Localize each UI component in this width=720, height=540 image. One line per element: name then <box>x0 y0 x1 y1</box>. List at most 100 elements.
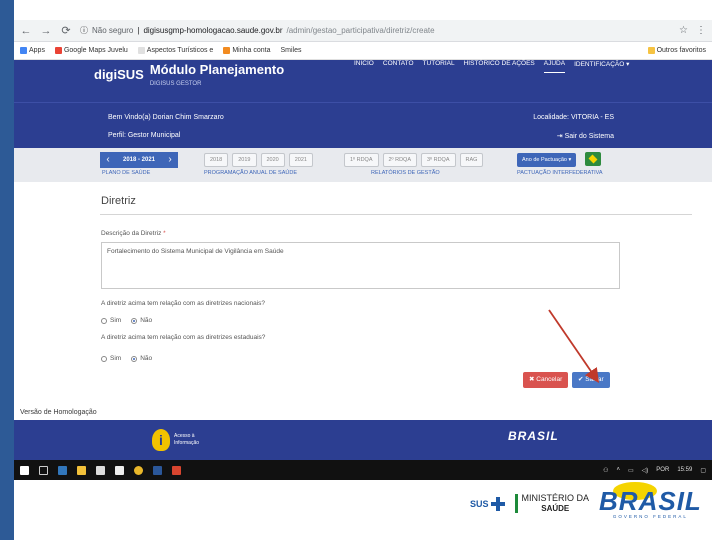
pactuacao-label[interactable]: PACTUAÇÃO INTERFEDERATIVA <box>517 170 603 176</box>
smiles-icon <box>223 47 231 54</box>
logout-icon: ⇥ <box>556 133 565 140</box>
notification-icon[interactable]: ▢ <box>700 467 706 474</box>
nav-tutorial[interactable]: TUTORIAL <box>423 60 455 73</box>
radio-dot <box>101 355 107 362</box>
bookmark-minha-conta[interactable]: Minha conta <box>223 47 270 54</box>
bookmark-smiles[interactable]: Smiles <box>280 47 301 54</box>
profile-text: Perfil: Gestor Municipal <box>108 132 181 139</box>
reload-icon[interactable]: ⟳ <box>60 24 72 37</box>
app-header: digiSUS Módulo Planejamento DIGISUS GEST… <box>14 60 712 102</box>
edge-icon[interactable] <box>58 465 67 475</box>
homologacao-label: Versão de Homologação <box>20 409 97 416</box>
url-path: /admin/gestao_participativa/diretriz/cre… <box>286 26 435 35</box>
url-host: digisusgmp-homologacao.saude.gov.br <box>143 26 283 35</box>
windows-taskbar: ⚇ ˄ ▭ ◁) POR 15:59 ▢ <box>14 460 712 480</box>
save-button[interactable]: ✔ Salvar <box>572 372 610 388</box>
radio-national-yes[interactable]: Sim <box>101 317 121 324</box>
locality-text: Localidade: VITORIA - ES <box>533 114 614 121</box>
report-pill-2rdqa[interactable]: 2º RDQA <box>382 153 417 167</box>
task-view-icon[interactable] <box>39 465 48 475</box>
tray-chevron-icon[interactable]: ˄ <box>616 467 620 473</box>
ministerio-saude-logo: MINISTÉRIO DA SAÚDE <box>514 493 589 514</box>
tray-clock[interactable]: 15:59 <box>677 467 692 473</box>
welcome-text: Bem Vindo(a) Dorian Chim Smarzaro <box>108 114 224 121</box>
relatorios-label[interactable]: RELATÓRIOS DE GESTÃO <box>371 170 440 176</box>
required-mark: * <box>163 230 166 237</box>
apps-grid-icon <box>20 47 27 54</box>
sus-logo: SUS <box>470 496 505 511</box>
year-pill-2018[interactable]: 2018 <box>204 153 229 167</box>
nav-identificacao[interactable]: IDENTIFICAÇÃO ▾ <box>574 60 629 73</box>
radio-group-national: Sim Não <box>101 317 152 324</box>
back-icon[interactable]: ← <box>20 25 32 37</box>
ano-pactuacao-dropdown[interactable]: Ano de Pactuação ▾ <box>517 153 577 167</box>
brazil-flag-icon[interactable] <box>585 152 601 166</box>
report-pill-1rdqa[interactable]: 1º RDQA <box>344 153 379 167</box>
year-next-button[interactable]: › <box>162 152 178 168</box>
windows-start-icon[interactable] <box>20 465 29 475</box>
mail-icon[interactable] <box>115 465 124 475</box>
question-national: A diretriz acima tem relação com as dire… <box>101 300 266 307</box>
year-prev-button[interactable]: ‹ <box>100 152 116 168</box>
digisus-logo[interactable]: digiSUS Módulo Planejamento DIGISUS GEST… <box>94 62 284 87</box>
description-textarea[interactable]: Fortalecimento do Sistema Municipal de V… <box>101 242 620 289</box>
bookmark-aspectos[interactable]: Aspectos Turísticos e <box>137 47 213 54</box>
year-pills: 2018 2019 2020 2021 <box>204 153 313 167</box>
report-pill-rag[interactable]: RAG <box>459 153 484 167</box>
radio-state-no[interactable]: Não <box>131 355 152 362</box>
chrome-icon[interactable] <box>134 465 143 475</box>
file-explorer-icon[interactable] <box>77 465 86 475</box>
form-content: Diretriz Descrição da Diretriz * Fortale… <box>14 182 712 432</box>
site-footer: i Acesso à Informação BRASIL <box>14 420 712 460</box>
year-pill-2021[interactable]: 2021 <box>288 153 313 167</box>
word-icon[interactable] <box>153 465 162 475</box>
module-title: Módulo Planejamento <box>149 62 285 77</box>
radio-dot-checked <box>131 355 138 362</box>
tray-volume-icon[interactable]: ◁) <box>642 467 649 474</box>
bookmark-google-maps[interactable]: Google Maps Juvelu <box>54 47 128 54</box>
page-title: Diretriz <box>101 195 136 207</box>
bookmarks-bar: Apps Google Maps Juvelu Aspectos Turísti… <box>14 42 712 60</box>
nav-contato[interactable]: CONTATO <box>383 60 414 73</box>
bookmark-apps[interactable]: Apps <box>20 47 45 54</box>
question-state: A diretriz acima tem relação com as dire… <box>101 334 266 341</box>
url-field[interactable]: ⓘ Não seguro | digisusgmp-homologacao.sa… <box>80 23 671 39</box>
module-navigation-band: ‹ 2018 - 2021 › PLANO DE SAÚDE 2018 2019… <box>14 148 712 182</box>
nav-ajuda[interactable]: AJUDA <box>543 60 566 73</box>
cancel-button[interactable]: ✖ Cancelar <box>523 372 569 388</box>
logout-link[interactable]: ⇥ Sair do Sistema <box>557 132 614 140</box>
radio-dot <box>101 317 107 324</box>
sus-cross-icon <box>490 496 505 511</box>
year-pill-2019[interactable]: 2019 <box>232 153 257 167</box>
radio-group-state: Sim Não <box>101 355 152 362</box>
security-indicator: Não seguro <box>92 26 134 35</box>
acesso-informacao-text[interactable]: Acesso à Informação <box>174 433 199 446</box>
report-pill-3rdqa[interactable]: 3º RDQA <box>421 153 456 167</box>
report-pills: 1º RDQA 2º RDQA 3º RDQA RAG <box>344 153 484 167</box>
tray-language[interactable]: POR <box>656 467 669 473</box>
forward-icon[interactable]: → <box>40 25 52 37</box>
bookmark-star-icon[interactable]: ☆ <box>679 25 688 36</box>
slide-left-stripe <box>0 0 14 540</box>
tray-network-icon[interactable]: ▭ <box>628 467 634 474</box>
nav-inicio[interactable]: INICIO <box>354 60 374 73</box>
plano-saude-label[interactable]: PLANO DE SAÚDE <box>102 170 150 176</box>
radio-national-no[interactable]: Não <box>131 317 152 324</box>
top-navigation: INICIO CONTATO TUTORIAL HISTÓRICO DE AÇÕ… <box>354 60 629 73</box>
radio-state-yes[interactable]: Sim <box>101 355 121 362</box>
tray-people-icon[interactable]: ⚇ <box>603 467 608 474</box>
browser-menu-icon[interactable]: ⋮ <box>696 25 706 36</box>
governo-federal-logo: BRASIL GOVERNO FEDERAL <box>599 482 702 519</box>
year-pill-2020[interactable]: 2020 <box>260 153 285 167</box>
info-circle-icon: ⓘ <box>80 26 88 35</box>
programacao-label[interactable]: PROGRAMAÇÃO ANUAL DE SAÚDE <box>204 170 297 176</box>
acesso-informacao-icon[interactable]: i <box>152 429 170 451</box>
store-icon[interactable] <box>96 465 105 475</box>
pdf-icon[interactable] <box>172 465 181 475</box>
google-icon <box>54 47 62 54</box>
bookmark-outros-favoritos[interactable]: Outros favoritos <box>647 47 706 54</box>
description-label: Descrição da Diretriz * <box>101 230 166 237</box>
nav-historico[interactable]: HISTÓRICO DE AÇÕES <box>464 60 535 73</box>
browser-window: ← → ⟳ ⓘ Não seguro | digisusgmp-homologa… <box>14 20 712 480</box>
year-range-current[interactable]: 2018 - 2021 <box>116 152 162 168</box>
